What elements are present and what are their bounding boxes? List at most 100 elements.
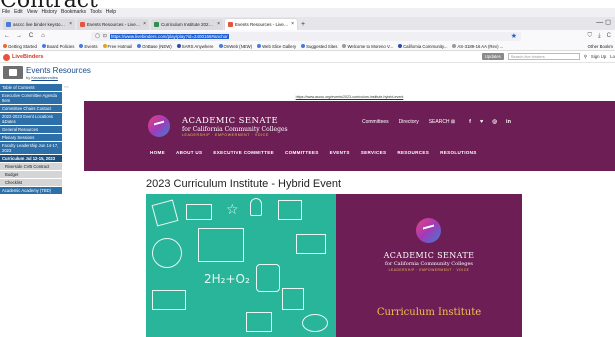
updates-button[interactable]: Updates [481, 53, 504, 60]
sidebar-subitem-checklist[interactable]: Checklist [0, 179, 62, 187]
new-tab-button[interactable]: + [301, 19, 305, 30]
nav-home[interactable]: HOME [150, 150, 165, 155]
site-name: ACADEMIC SENATE [182, 116, 279, 126]
nav-about-us[interactable]: ABOUT US [176, 150, 202, 155]
sidebar-item-academic-academy[interactable]: Academic Academy (TBD) [0, 187, 62, 195]
tab-favicon-icon [80, 22, 85, 27]
sidebar-item-faculty-leadership[interactable]: Faculty Leadership Jun 14-17, 2023 [0, 142, 62, 155]
back-icon[interactable]: ← [3, 33, 11, 39]
bookmark-item[interactable]: OnWeb (NEW) [218, 44, 252, 49]
site-top-links: Committees Directory SEARCH ⊠ f ♥ ◎ in [362, 119, 511, 125]
bookmark-star-icon[interactable]: ★ [511, 32, 517, 40]
site-search-button[interactable]: SEARCH ⊠ [429, 119, 455, 125]
extension-icon[interactable]: C [607, 30, 611, 42]
sign-up-link[interactable]: Sign Up [591, 54, 606, 59]
menu-bookmarks[interactable]: Bookmarks [61, 8, 86, 17]
lock-icon: ⊡ [103, 33, 107, 38]
image-doodle-icon [186, 204, 212, 220]
close-icon[interactable]: × [143, 19, 146, 30]
home-icon[interactable]: ⌂ [39, 33, 47, 39]
banner-org-subtitle: for California Community Colleges [385, 261, 473, 267]
menu-tools[interactable]: Tools [90, 8, 102, 17]
livebinders-logo[interactable]: LiveBinders [3, 53, 43, 61]
twitter-icon[interactable]: ♥ [480, 119, 483, 125]
menu-file[interactable]: File [2, 8, 10, 17]
sidebar-item-committee-chairs[interactable]: Committee Chairs Contact [0, 105, 62, 113]
bookmark-item[interactable]: Suggested Sites [301, 44, 337, 49]
pocket-icon[interactable]: ⛉ [587, 30, 592, 42]
forward-icon[interactable]: → [15, 33, 23, 39]
bookmark-icon [398, 44, 403, 49]
page-url-link[interactable]: https://www.asccc.org/events/2023-curric… [84, 95, 615, 99]
browser-tab[interactable]: asccc live binder keystone - Se × [3, 19, 75, 30]
binder-content: https://www.asccc.org/events/2023-curric… [84, 92, 615, 337]
nav-executive-committee[interactable]: EXECUTIVE COMMITTEE [213, 150, 274, 155]
close-icon[interactable]: × [69, 19, 72, 30]
bookmark-item[interactable]: SARS Anywhere [176, 44, 214, 49]
linkedin-icon[interactable]: in [506, 119, 511, 125]
bookmark-item[interactable]: Board Policies [41, 44, 74, 49]
bookmark-item[interactable]: OnBase (NEW) [137, 44, 172, 49]
sidebar-item-table-of-contents[interactable]: Table of Contents [0, 84, 62, 92]
academic-senate-logo-icon[interactable] [148, 115, 170, 137]
tab-label: Events Resources - LiveBinder [235, 22, 289, 27]
author-link[interactable]: Kmaddenmiles [31, 75, 57, 80]
sidebar-item-curriculum[interactable]: Curriculum Jul 12-15, 2023 [0, 155, 62, 163]
reload-icon[interactable]: C [27, 33, 35, 39]
menu-history[interactable]: History [41, 8, 57, 17]
bookmark-item[interactable]: California Community... [398, 44, 447, 49]
sidebar-subitem-budget[interactable]: Budget [0, 171, 62, 179]
menu-edit[interactable]: Edit [14, 8, 23, 17]
sidebar-item-plenary-sessions[interactable]: Plenary Sessions [0, 134, 62, 142]
chalkboard-illustration: ☆ 2H₂+O₂ [146, 194, 336, 337]
bookmark-item[interactable]: Events [79, 44, 98, 49]
menu-help[interactable]: Help [106, 8, 116, 17]
directory-link[interactable]: Directory [399, 119, 419, 125]
sidebar-item-event-locations[interactable]: 2022-2023 Event Locations &Dates [0, 113, 62, 126]
site-subtitle: for California Community Colleges [182, 126, 288, 133]
nav-services[interactable]: SERVICES [361, 150, 387, 155]
event-title: 2023 Curriculum Institute - Hybrid Event [146, 178, 342, 190]
url-text[interactable]: https://www.livebinders.com/play/play?id… [109, 33, 229, 39]
nav-resolutions[interactable]: RESOLUTIONS [440, 150, 476, 155]
login-link[interactable]: Lo [610, 54, 615, 59]
facebook-icon[interactable]: f [469, 119, 471, 125]
bookmark-item[interactable]: Web Slice Gallery [257, 44, 296, 49]
close-icon[interactable]: × [217, 19, 220, 30]
bookmark-item[interactable]: Welcome to Moreno V... [342, 44, 393, 49]
livebinders-logo-icon [3, 53, 10, 61]
nav-committees[interactable]: COMMITTEES [285, 150, 319, 155]
close-icon[interactable]: × [291, 19, 294, 30]
tab-label: Events Resources - LiveBinder [87, 22, 141, 27]
browser-tab-active[interactable]: Events Resources - LiveBinder × [225, 19, 297, 30]
bookmark-icon [342, 44, 347, 49]
other-bookmarks[interactable]: Other Bookm [588, 42, 613, 50]
collapse-sidebar-button[interactable]: << [64, 84, 69, 89]
flask-doodle-icon [256, 264, 280, 292]
bookmark-item[interactable]: AS-3189-16 AA (Rev) ... [452, 44, 503, 49]
url-bar[interactable]: ◯ ⊡ https://www.livebinders.com/play/pla… [91, 31, 521, 41]
bookmark-item[interactable]: Free Hotmail [102, 44, 132, 49]
download-icon[interactable]: ⤓ [598, 30, 601, 42]
bookmark-item[interactable]: Getting Started [3, 44, 37, 49]
window-controls[interactable]: — ◻ [596, 18, 611, 26]
instagram-icon[interactable]: ◎ [492, 119, 497, 125]
tab-favicon-icon [6, 22, 11, 27]
committees-link[interactable]: Committees [362, 119, 389, 125]
search-icon[interactable]: ⚲ [584, 54, 587, 60]
globe-doodle-icon [152, 238, 182, 268]
sidebar-item-general-resources[interactable]: General Resources [0, 126, 62, 134]
browser-tab[interactable]: Events Resources - LiveBinder × [77, 19, 149, 30]
nav-events[interactable]: EVENTS [330, 150, 350, 155]
site-main-nav: HOME ABOUT US EXECUTIVE COMMITTEE COMMIT… [150, 150, 477, 155]
sidebar-subitem-riverside-contract[interactable]: Riverside CVB Contract [0, 163, 62, 171]
tab-label: Curriculum Institute 2022 Succ [161, 22, 216, 27]
shield-icon: ◯ [95, 33, 101, 38]
chemistry-formula: 2H₂+O₂ [204, 272, 250, 286]
bookmark-icon [102, 44, 107, 49]
binder-search-input[interactable]: Search live binders [507, 53, 580, 60]
browser-tab[interactable]: Curriculum Institute 2022 Succ × [151, 19, 223, 30]
sidebar-item-executive-committee[interactable]: Executive Committee Agenda Item [0, 92, 62, 105]
menu-view[interactable]: View [27, 8, 38, 17]
nav-resources[interactable]: RESOURCES [397, 150, 429, 155]
